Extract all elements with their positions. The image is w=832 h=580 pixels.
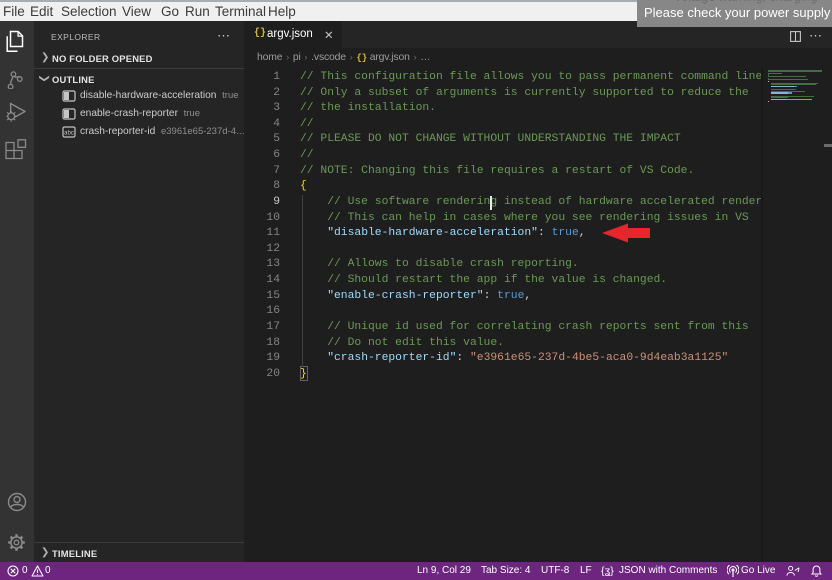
svg-text:abc: abc (64, 131, 74, 137)
